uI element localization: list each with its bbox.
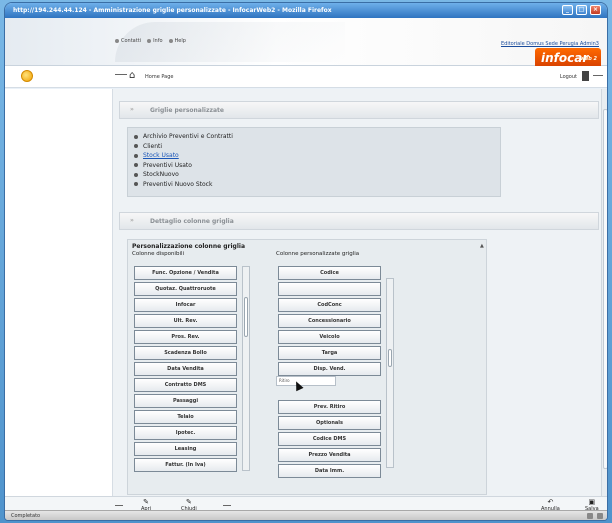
grid-list-item-selected[interactable]: Stock Usato bbox=[134, 151, 494, 161]
custom-column-button[interactable]: Codice DMS bbox=[278, 432, 381, 446]
contacts-link[interactable]: Contatti bbox=[115, 38, 141, 44]
scroll-thumb[interactable] bbox=[388, 349, 392, 367]
security-icon bbox=[587, 513, 593, 519]
collapse-icon[interactable]: » bbox=[130, 217, 134, 224]
home-link[interactable]: Home Page bbox=[145, 74, 173, 80]
grid-list-item[interactable]: Clienti bbox=[134, 142, 494, 152]
maximize-button[interactable]: □ bbox=[576, 5, 587, 15]
scroll-thumb[interactable] bbox=[244, 297, 248, 337]
close-window-button[interactable]: × bbox=[590, 5, 601, 15]
window-titlebar: http://194.244.44.124 - Amministrazione … bbox=[5, 3, 607, 18]
grid-list-item[interactable]: Archivio Preventivi e Contratti bbox=[134, 132, 494, 142]
custom-column-button[interactable] bbox=[278, 282, 381, 296]
custom-column-button[interactable]: Codice bbox=[278, 266, 381, 280]
available-column-button[interactable]: Passaggi bbox=[134, 394, 237, 408]
grid-list-item[interactable]: Preventivi Nuovo Stock bbox=[134, 180, 494, 190]
available-columns-label: Colonne disponibili bbox=[132, 251, 185, 257]
bullet-icon bbox=[134, 182, 138, 186]
bullet-icon bbox=[134, 153, 138, 158]
section-header-detail[interactable]: » Dettaglio colonne griglia bbox=[119, 212, 599, 230]
available-column-button[interactable]: Leasing bbox=[134, 442, 237, 456]
main-content: » Griglie personalizzate Archivio Preven… bbox=[113, 89, 607, 496]
app-icon[interactable] bbox=[21, 70, 33, 82]
left-panel bbox=[5, 89, 113, 496]
save-icon: ▣ bbox=[588, 498, 596, 506]
app-banner: Contatti Info Help Editoriale Domus Sede… bbox=[5, 18, 607, 70]
logout-icon[interactable] bbox=[582, 71, 589, 81]
addon-icon bbox=[597, 513, 603, 519]
contacts-icon bbox=[115, 38, 119, 43]
available-column-button[interactable]: Data Vendita bbox=[134, 362, 237, 376]
grid-list: Archivio Preventivi e Contratti Clienti … bbox=[127, 127, 501, 197]
status-icons bbox=[587, 513, 603, 519]
grid-list-item[interactable]: StockNuovo bbox=[134, 170, 494, 180]
bullet-icon bbox=[134, 144, 138, 148]
detail-heading: Personalizzazione colonne griglia bbox=[132, 243, 246, 250]
drag-drop-placeholder: Ritiro bbox=[276, 376, 336, 386]
available-column-button[interactable]: Telaio bbox=[134, 410, 237, 424]
caret-up-icon[interactable]: ▲ bbox=[480, 243, 484, 249]
custom-column-button[interactable]: Targa bbox=[278, 346, 381, 360]
collapse-icon[interactable]: » bbox=[130, 106, 134, 113]
custom-column-button[interactable]: Prev. Ritiro bbox=[278, 400, 381, 414]
custom-column-button[interactable]: Data Imm. bbox=[278, 464, 381, 478]
content-scrollbar[interactable] bbox=[601, 89, 607, 496]
available-column-button[interactable]: Contratto DMS bbox=[134, 378, 237, 392]
bullet-icon bbox=[134, 172, 138, 177]
custom-column-button[interactable]: Disp. Vend. bbox=[278, 362, 381, 376]
available-column-button[interactable]: Quotaz. Quattroruote bbox=[134, 282, 237, 296]
separator bbox=[115, 505, 123, 506]
edit-icon: ✎ bbox=[185, 498, 192, 506]
back-arrow-icon[interactable] bbox=[115, 74, 127, 75]
user-info-link[interactable]: Editoriale Domus Sede Perugia Admin3 bbox=[501, 41, 599, 47]
bullet-icon bbox=[134, 134, 138, 139]
available-column-button[interactable]: Pros. Rev. bbox=[134, 330, 237, 344]
section-header-grids[interactable]: » Griglie personalizzate bbox=[119, 101, 599, 119]
status-text: Completato bbox=[11, 513, 41, 519]
help-icon bbox=[168, 38, 173, 43]
column-detail-panel: Personalizzazione colonne griglia ▲ Colo… bbox=[127, 239, 487, 495]
custom-columns-label: Colonne personalizzate griglia bbox=[276, 251, 360, 257]
undo-icon: ↶ bbox=[547, 498, 554, 506]
edit-icon: ✎ bbox=[143, 498, 149, 506]
available-column-button[interactable]: Fattur. (In Iva) bbox=[134, 458, 237, 472]
grid-list-item[interactable]: Preventivi Usato bbox=[134, 161, 494, 171]
browser-window: http://194.244.44.124 - Amministrazione … bbox=[4, 2, 608, 521]
available-column-button[interactable]: Ipotec. bbox=[134, 426, 237, 440]
available-column-button[interactable]: Func. Opzione / Vendita bbox=[134, 266, 237, 280]
bullet-icon bbox=[134, 163, 138, 167]
custom-columns-scrollbar[interactable] bbox=[386, 278, 394, 468]
nav-bar: ⌂ Home Page Logout bbox=[5, 66, 607, 88]
window-title: http://194.244.44.124 - Amministrazione … bbox=[13, 7, 332, 14]
available-column-button[interactable]: Ult. Rev. bbox=[134, 314, 237, 328]
top-links: Contatti Info Help bbox=[115, 38, 186, 44]
home-icon[interactable]: ⌂ bbox=[129, 70, 135, 81]
available-columns-scrollbar[interactable] bbox=[242, 266, 250, 471]
available-column-button[interactable]: Scadenza Bollo bbox=[134, 346, 237, 360]
info-icon bbox=[147, 38, 152, 43]
custom-column-button[interactable]: Prezzo Vendita bbox=[278, 448, 381, 462]
scroll-thumb[interactable] bbox=[603, 109, 607, 469]
custom-column-button[interactable]: Optionals bbox=[278, 416, 381, 430]
separator bbox=[223, 505, 231, 506]
custom-column-button[interactable]: CodConc bbox=[278, 298, 381, 312]
forward-arrow-icon[interactable] bbox=[593, 75, 603, 76]
custom-column-button[interactable]: Veicolo bbox=[278, 330, 381, 344]
window-controls: _ □ × bbox=[562, 5, 601, 15]
info-link[interactable]: Info bbox=[147, 38, 163, 44]
custom-column-button[interactable]: Concessionario bbox=[278, 314, 381, 328]
help-link[interactable]: Help bbox=[168, 38, 186, 44]
available-column-button[interactable]: Infocar bbox=[134, 298, 237, 312]
minimize-button[interactable]: _ bbox=[562, 5, 573, 15]
logout-link[interactable]: Logout bbox=[560, 74, 577, 80]
status-bar: Completato bbox=[5, 510, 607, 520]
